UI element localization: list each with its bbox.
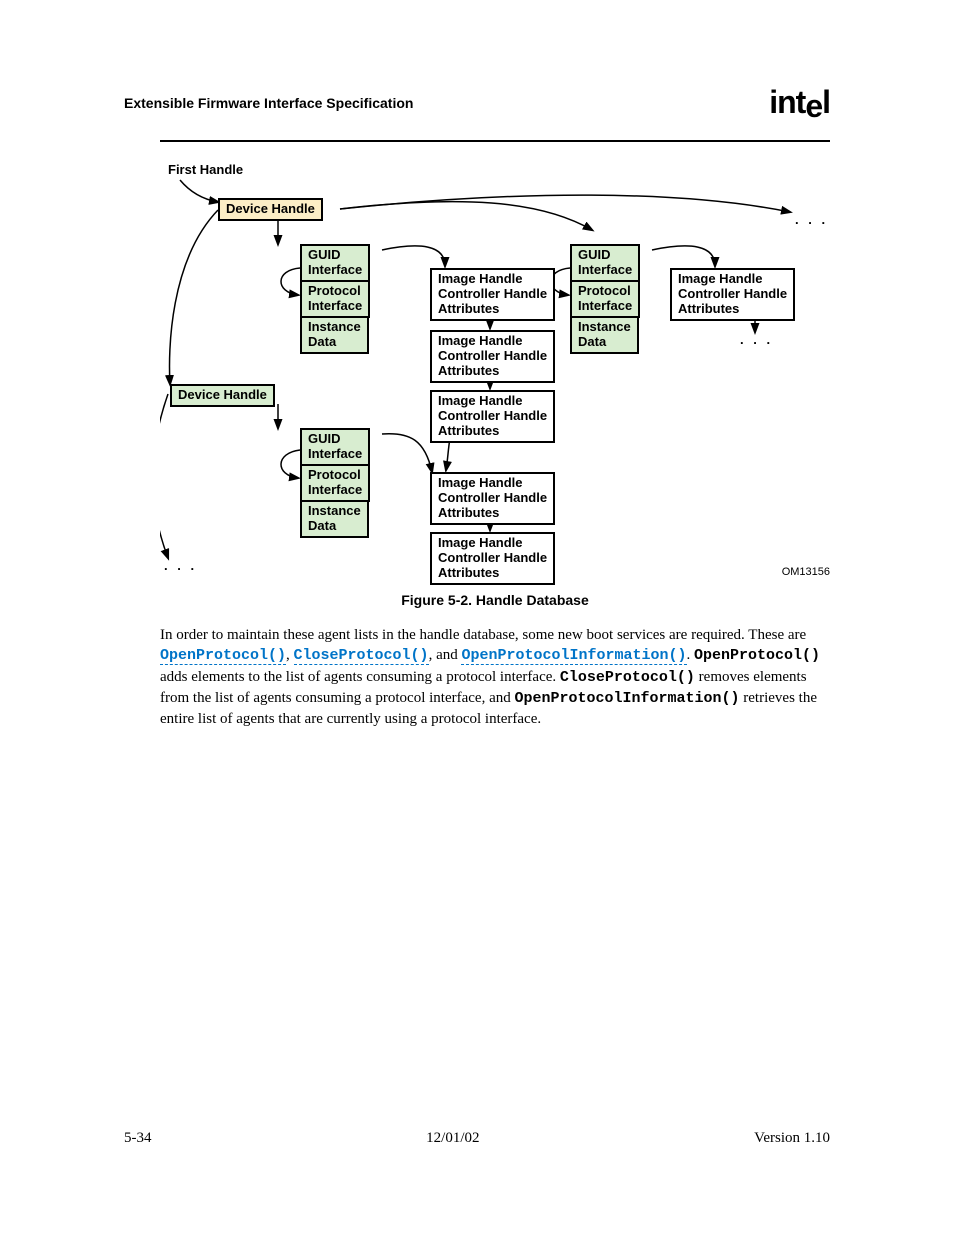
label-line: Attributes (438, 423, 499, 438)
label-line: Controller Handle (438, 408, 547, 423)
text: . (687, 647, 695, 663)
protocol-interface-box-1: Protocol Interface (300, 280, 370, 318)
label-line: Interface (578, 298, 632, 313)
label-line: Interface (308, 446, 362, 461)
body-paragraph: In order to maintain these agent lists i… (160, 625, 830, 729)
guid-interface-box-3: GUID Interface (300, 428, 370, 466)
text: , (286, 647, 294, 663)
device-handle-box-2: Device Handle (170, 384, 275, 407)
closeprotocol-mono: CloseProtocol() (560, 669, 695, 686)
label-line: Protocol (308, 467, 361, 482)
label-line: Controller Handle (678, 286, 787, 301)
first-handle-label: First Handle (168, 162, 243, 177)
protocol-interface-box-2: Protocol Interface (570, 280, 640, 318)
label-line: Interface (578, 262, 632, 277)
text: adds elements to the list of agents cons… (160, 669, 560, 685)
header-title: Extensible Firmware Interface Specificat… (124, 95, 413, 111)
dots-right-top: . . . (795, 212, 828, 227)
guid-interface-box-1: GUID Interface (300, 244, 370, 282)
label-line: Data (578, 334, 606, 349)
instance-data-box-1: Instance Data (300, 316, 369, 354)
text: , and (429, 647, 462, 663)
label-line: GUID (578, 247, 611, 262)
handle-database-diagram: First Handle Device Handle GUID Interfac… (160, 150, 830, 580)
footer-date: 12/01/02 (426, 1130, 479, 1147)
label-line: Image Handle (438, 393, 523, 408)
label-line: Interface (308, 298, 362, 313)
label-line: Attributes (678, 301, 739, 316)
label-line: Image Handle (438, 271, 523, 286)
label-line: Controller Handle (438, 286, 547, 301)
label-line: Instance (308, 319, 361, 334)
label-line: Attributes (438, 565, 499, 580)
closeprotocol-link[interactable]: CloseProtocol() (294, 647, 429, 665)
ihca-box-5: Image Handle Controller Handle Attribute… (430, 532, 555, 585)
instance-data-box-2: Instance Data (570, 316, 639, 354)
ihca-box-1: Image Handle Controller Handle Attribute… (430, 268, 555, 321)
openprotocol-link[interactable]: OpenProtocol() (160, 647, 286, 665)
label-line: Attributes (438, 363, 499, 378)
device-handle-box-1: Device Handle (218, 198, 323, 221)
label-line: Data (308, 334, 336, 349)
ihca-box-4: Image Handle Controller Handle Attribute… (430, 472, 555, 525)
instance-data-box-3: Instance Data (300, 500, 369, 538)
footer-version: Version 1.10 (754, 1130, 830, 1147)
label-line: Protocol (308, 283, 361, 298)
label-line: GUID (308, 247, 341, 262)
label-line: Image Handle (438, 535, 523, 550)
label-line: Image Handle (678, 271, 763, 286)
openprotocolinformation-link[interactable]: OpenProtocolInformation() (461, 647, 686, 665)
page-header: Extensible Firmware Interface Specificat… (124, 84, 830, 121)
label-line: Protocol (578, 283, 631, 298)
ihca-box-2: Image Handle Controller Handle Attribute… (430, 330, 555, 383)
dots-right-lower: . . . (740, 332, 773, 347)
label-line: Controller Handle (438, 490, 547, 505)
intel-logo: intel (769, 84, 830, 121)
text: In order to maintain these agent lists i… (160, 627, 806, 643)
label-line: Attributes (438, 301, 499, 316)
label-line: Interface (308, 262, 362, 277)
label-line: Instance (308, 503, 361, 518)
label-line: Controller Handle (438, 348, 547, 363)
figure-top-rule (160, 140, 830, 142)
label-line: Data (308, 518, 336, 533)
openprotocol-mono: OpenProtocol() (694, 647, 820, 664)
figure-area: First Handle Device Handle GUID Interfac… (160, 140, 830, 608)
label-line: Instance (578, 319, 631, 334)
label-line: Attributes (438, 505, 499, 520)
figure-caption: Figure 5-2. Handle Database (160, 592, 830, 608)
ihca-box-3: Image Handle Controller Handle Attribute… (430, 390, 555, 443)
label-line: Interface (308, 482, 362, 497)
protocol-interface-box-3: Protocol Interface (300, 464, 370, 502)
guid-interface-box-2: GUID Interface (570, 244, 640, 282)
figure-om-label: OM13156 (782, 566, 830, 578)
label-line: Controller Handle (438, 550, 547, 565)
dots-bottom-left: . . . (164, 558, 197, 573)
footer-page: 5-34 (124, 1130, 152, 1147)
openprotocolinformation-mono: OpenProtocolInformation() (514, 690, 739, 707)
ihca-box-right: Image Handle Controller Handle Attribute… (670, 268, 795, 321)
label-line: Image Handle (438, 333, 523, 348)
label-line: Image Handle (438, 475, 523, 490)
page-footer: 5-34 12/01/02 Version 1.10 (124, 1130, 830, 1147)
label-line: GUID (308, 431, 341, 446)
